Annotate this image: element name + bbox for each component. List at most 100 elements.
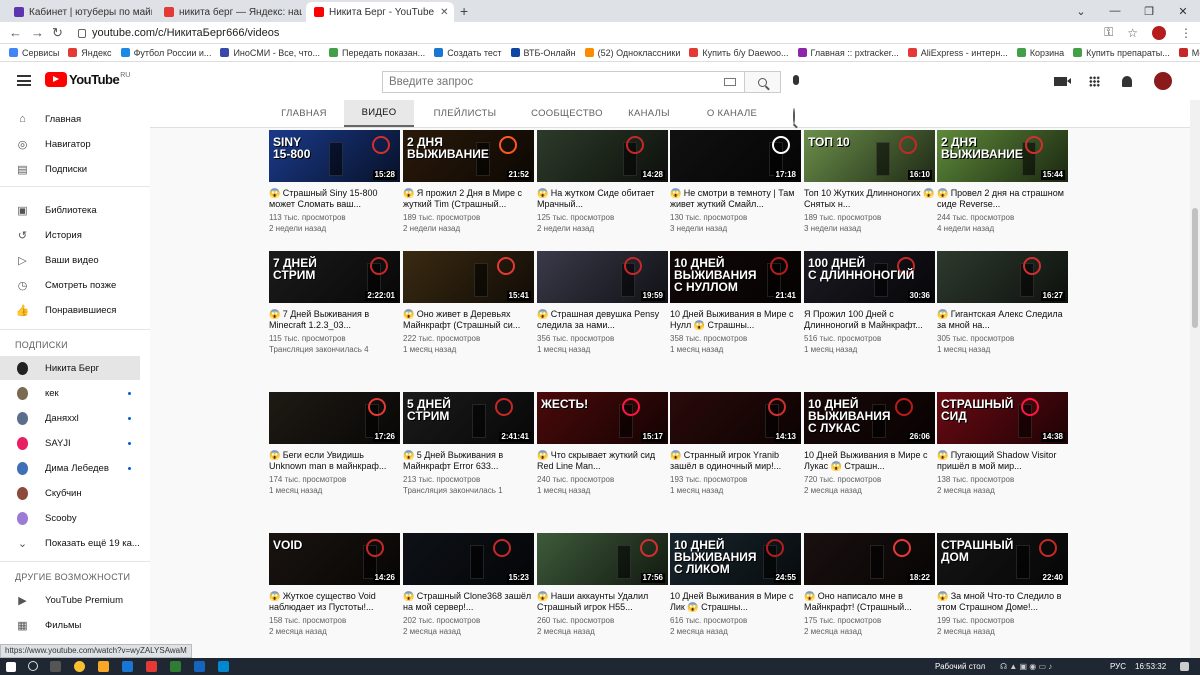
video-card[interactable]: 17:18 😱 Не смотри в темноту | Там живет ж… <box>670 130 801 234</box>
video-card[interactable]: СТРАШНЫЙ СИД 14:38 😱 Пугающий Shadow Visit… <box>937 392 1068 496</box>
tab-search-icon[interactable]: ⌄ <box>1064 0 1098 22</box>
video-card[interactable]: 18:22 😱 Оно написало мне в Майнкрафт! (Ст… <box>804 533 935 637</box>
language-indicator[interactable]: РУС <box>1110 662 1126 671</box>
profile-avatar[interactable] <box>1152 25 1166 40</box>
video-card[interactable]: 14:28 😱 На жутком Сиде обитает Мрачный...… <box>537 130 668 234</box>
video-thumbnail[interactable]: 17:18 <box>670 130 801 182</box>
video-thumbnail[interactable]: 10 ДНЕЙ ВЫЖИВАНИЯ С ЛУКАС 26:06 <box>804 392 935 444</box>
video-title[interactable]: 😱 Беги если Увидишь Unknown man в майнкр… <box>269 450 400 472</box>
video-title[interactable]: Топ 10 Жутких Длинноногих 😱 Снятых н... <box>804 188 935 210</box>
show-more-subscriptions-button[interactable]: ⌄ Показать ещё 19 ка... <box>0 531 140 555</box>
video-card[interactable]: 17:26 😱 Беги если Увидишь Unknown man в м… <box>269 392 400 496</box>
video-card[interactable]: 15:41 😱 Оно живет в Деревьях Майнкрафт (С… <box>403 251 534 355</box>
sidebar-subscription[interactable]: Скубчин <box>0 481 140 505</box>
file-explorer-icon[interactable] <box>98 661 109 672</box>
sidebar-subscription[interactable]: Дима Лебедев <box>0 456 140 480</box>
search-input[interactable] <box>383 72 724 92</box>
maximize-icon[interactable]: ❐ <box>1132 0 1166 22</box>
bookmark-item[interactable]: Главная :: pxtracker... <box>797 48 899 58</box>
video-card[interactable]: 14:13 😱 Странный игрок Yranib зашёл в оди… <box>670 392 801 496</box>
tray-icons[interactable]: ☊ ▲ ▣ ◉ ▭ ♪ <box>1000 662 1052 671</box>
video-title[interactable]: 10 Дней Выживания в Мире с Лик 😱 Страшны… <box>670 591 801 613</box>
minimize-icon[interactable]: — <box>1098 0 1132 22</box>
video-thumbnail[interactable]: 19:59 <box>537 251 668 303</box>
sidebar-item-compass[interactable]: ◎ Навигатор <box>0 132 140 156</box>
sidebar-subscription[interactable]: Никита Берг <box>0 356 140 380</box>
bookmark-item[interactable]: (52) Одноклассники <box>584 48 680 58</box>
channel-tab[interactable]: ПЛЕЙЛИСТЫ <box>421 100 509 127</box>
video-thumbnail[interactable]: 2 ДНЯ ВЫЖИВАНИЕ 15:44 <box>937 130 1068 182</box>
video-thumbnail[interactable]: 7 ДНЕЙ СТРИМ 2:22:01 <box>269 251 400 303</box>
video-card[interactable]: ЖЕСТЬ! 15:17 😱 Что скрывает жуткий сид Red… <box>537 392 668 496</box>
video-card[interactable]: 17:56 😱 Наши аккаунты Удалил Страшный игр… <box>537 533 668 637</box>
video-title[interactable]: 😱 Странный игрок Yranib зашёл в одиночны… <box>670 450 801 472</box>
video-title[interactable]: 10 Дней Выживания в Мире с Лукас 😱 Страш… <box>804 450 935 472</box>
channel-tab[interactable]: О КАНАЛЕ <box>692 100 772 127</box>
video-title[interactable]: 😱 5 Дней Выживания в Майнкрафт Error 633… <box>403 450 534 472</box>
browser-tab[interactable]: Кабинет | ютуберы по майнкрафт ✕ <box>6 2 152 22</box>
microphone-icon[interactable] <box>793 75 799 85</box>
video-thumbnail[interactable]: 14:28 <box>537 130 668 182</box>
excel-icon[interactable] <box>170 661 181 672</box>
video-thumbnail[interactable]: 10 ДНЕЙ ВЫЖИВАНИЯ С НУЛЛОМ 21:41 <box>670 251 801 303</box>
video-thumbnail[interactable]: 18:22 <box>804 533 935 585</box>
video-card[interactable]: 7 ДНЕЙ СТРИМ 2:22:01 😱 7 Дней Выживания в … <box>269 251 400 355</box>
video-thumbnail[interactable]: 10 ДНЕЙ ВЫЖИВАНИЯ С ЛИКОМ 24:55 <box>670 533 801 585</box>
new-tab-button[interactable]: + <box>460 3 468 19</box>
browser-tab-active[interactable]: Никита Берг - YouTube ✕ <box>306 2 454 22</box>
video-title[interactable]: 😱 Страшная девушка Pensy следила за нами… <box>537 309 668 331</box>
apps-grid-icon[interactable] <box>1089 75 1100 87</box>
video-card[interactable]: 10 ДНЕЙ ВЫЖИВАНИЯ С ЛУКАС 26:06 10 Дней Вы… <box>804 392 935 496</box>
windows-start-icon[interactable] <box>6 662 16 672</box>
channel-tab[interactable]: СООБЩЕСТВО <box>516 100 618 127</box>
notifications-bell-icon[interactable] <box>1122 75 1132 87</box>
video-thumbnail[interactable]: ТОП 10 16:10 <box>804 130 935 182</box>
bookmark-item[interactable]: Футбол России и... <box>120 48 211 58</box>
sidebar-item-watch-later[interactable]: ◷ Смотреть позже <box>0 273 140 297</box>
video-thumbnail[interactable]: 2 ДНЯ ВЫЖИВАНИЕ 21:52 <box>403 130 534 182</box>
video-title[interactable]: 😱 Оно живет в Деревьях Майнкрафт (Страшн… <box>403 309 534 331</box>
video-card[interactable]: СТРАШНЫЙ ДОМ 22:40 😱 За мной Что-то Следил… <box>937 533 1068 637</box>
search-button[interactable] <box>745 71 781 93</box>
video-thumbnail[interactable]: СТРАШНЫЙ ДОМ 22:40 <box>937 533 1068 585</box>
video-card[interactable]: 5 ДНЕЙ СТРИМ 2:41:41 😱 5 Дней Выживания в … <box>403 392 534 496</box>
video-title[interactable]: 😱 Страшный Clone368 зашёл на мой сервер!… <box>403 591 534 613</box>
video-title[interactable]: 😱 Я прожил 2 Дня в Мире с жуткий Tim (Ст… <box>403 188 534 210</box>
sidebar-item-subscriptions[interactable]: ▤ Подписки <box>0 157 140 181</box>
video-card[interactable]: SINY 15-800 15:28 😱 Страшный Siny 15-800 м… <box>269 130 400 234</box>
video-thumbnail[interactable]: 17:26 <box>269 392 400 444</box>
video-title[interactable]: 10 Дней Выживания в Мире с Нулл 😱 Страшн… <box>670 309 801 331</box>
bookmark-item[interactable]: Купить препараты... <box>1073 48 1170 58</box>
browser-tab[interactable]: никита берг — Яндекс: нашлось ✕ <box>156 2 302 22</box>
video-title[interactable]: 😱 Жуткое существо Void наблюдает из Пуст… <box>269 591 400 613</box>
word-icon[interactable] <box>194 661 205 672</box>
user-avatar[interactable] <box>1154 72 1172 90</box>
video-thumbnail[interactable]: 17:56 <box>537 533 668 585</box>
hamburger-menu-icon[interactable] <box>17 75 31 86</box>
chrome-icon[interactable] <box>74 661 85 672</box>
bookmark-item[interactable]: Яндекс <box>68 48 112 58</box>
desktop-label[interactable]: Рабочий стол <box>935 662 985 671</box>
scrollbar-thumb[interactable] <box>1192 208 1198 328</box>
taskbar-app-icon[interactable] <box>122 661 133 672</box>
video-card[interactable]: 15:23 😱 Страшный Clone368 зашёл на мой се… <box>403 533 534 637</box>
bookmark-item[interactable]: Корзина <box>1016 48 1064 58</box>
bookmark-item[interactable]: Купить б/у Daewoo... <box>689 48 789 58</box>
menu-dots-icon[interactable]: ⋮ <box>1180 26 1192 40</box>
sidebar-subscription[interactable]: SAYJI <box>0 431 140 455</box>
key-icon[interactable]: ⚿ <box>1104 25 1113 40</box>
video-thumbnail[interactable]: 100 ДНЕЙ С ДЛИННОНОГИЙ 30:36 <box>804 251 935 303</box>
video-card[interactable]: 16:27 😱 Гигантская Алекс Следила за мной … <box>937 251 1068 355</box>
channel-search-icon[interactable] <box>793 108 795 124</box>
video-title[interactable]: 😱 Наши аккаунты Удалил Страшный игрок H5… <box>537 591 668 613</box>
notification-center-icon[interactable] <box>1180 662 1189 671</box>
task-view-icon[interactable] <box>50 661 61 672</box>
bookmark-star-icon[interactable]: ☆ <box>1127 26 1138 40</box>
video-card[interactable]: 19:59 😱 Страшная девушка Pensy следила за… <box>537 251 668 355</box>
video-title[interactable]: 😱 Пугающий Shadow Visitor пришёл в мой м… <box>937 450 1068 472</box>
sidebar-item-like[interactable]: 👍 Понравившиеся <box>0 298 140 322</box>
bookmark-item[interactable]: Создать тест <box>434 48 502 58</box>
video-thumbnail[interactable]: СТРАШНЫЙ СИД 14:38 <box>937 392 1068 444</box>
sidebar-subscription[interactable]: Scooby <box>0 506 140 530</box>
forward-arrow-icon[interactable]: → <box>31 25 44 40</box>
